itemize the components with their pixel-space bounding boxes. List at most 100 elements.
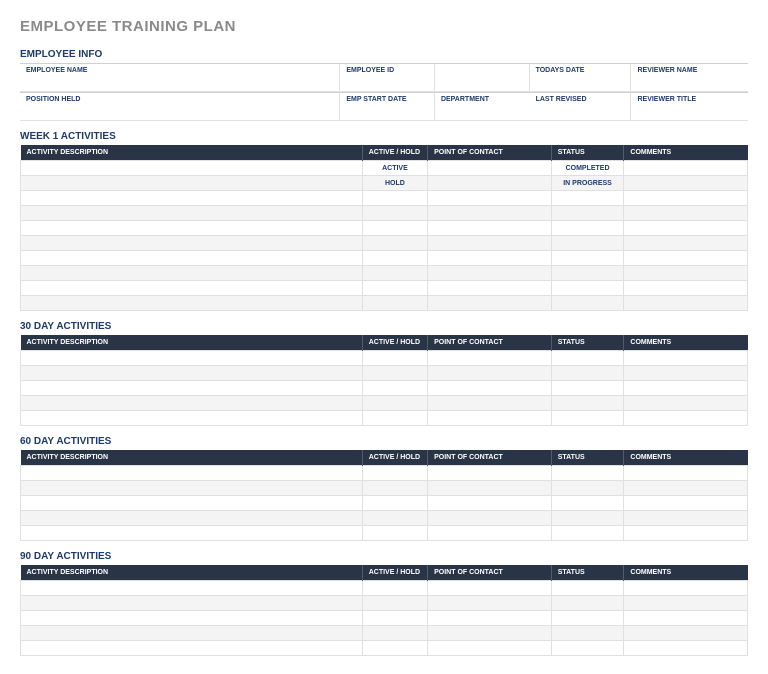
cell-status[interactable]	[551, 381, 624, 396]
cell-active_hold[interactable]	[362, 466, 427, 481]
cell-desc[interactable]	[21, 221, 363, 236]
cell-poc[interactable]	[428, 281, 552, 296]
cell-comments[interactable]	[624, 266, 748, 281]
cell-status[interactable]: IN PROGRESS	[551, 176, 624, 191]
cell-comments[interactable]	[624, 351, 748, 366]
field-reviewer-title[interactable]: REVIEWER TITLE	[631, 93, 747, 121]
cell-comments[interactable]	[624, 411, 748, 426]
cell-status[interactable]	[551, 466, 624, 481]
cell-active_hold[interactable]	[362, 251, 427, 266]
cell-desc[interactable]	[21, 641, 363, 656]
cell-poc[interactable]	[428, 191, 552, 206]
cell-active_hold[interactable]	[362, 626, 427, 641]
cell-status[interactable]	[551, 526, 624, 541]
cell-desc[interactable]	[21, 236, 363, 251]
cell-comments[interactable]	[624, 296, 748, 311]
cell-desc[interactable]	[21, 366, 363, 381]
cell-poc[interactable]	[428, 366, 552, 381]
cell-comments[interactable]	[624, 611, 748, 626]
cell-comments[interactable]	[624, 396, 748, 411]
cell-desc[interactable]	[21, 351, 363, 366]
cell-desc[interactable]	[21, 191, 363, 206]
cell-status[interactable]	[551, 281, 624, 296]
cell-poc[interactable]	[428, 206, 552, 221]
field-last-revised[interactable]: LAST REVISED	[530, 93, 632, 121]
cell-active_hold[interactable]	[362, 221, 427, 236]
cell-status[interactable]	[551, 221, 624, 236]
cell-status[interactable]	[551, 596, 624, 611]
cell-poc[interactable]	[428, 596, 552, 611]
cell-active_hold[interactable]: ACTIVE	[362, 161, 427, 176]
cell-comments[interactable]	[624, 206, 748, 221]
cell-active_hold[interactable]	[362, 396, 427, 411]
cell-poc[interactable]	[428, 626, 552, 641]
cell-desc[interactable]	[21, 296, 363, 311]
cell-active_hold[interactable]	[362, 526, 427, 541]
cell-status[interactable]	[551, 396, 624, 411]
cell-comments[interactable]	[624, 466, 748, 481]
cell-comments[interactable]	[624, 481, 748, 496]
cell-active_hold[interactable]	[362, 511, 427, 526]
cell-poc[interactable]	[428, 221, 552, 236]
cell-comments[interactable]	[624, 641, 748, 656]
cell-desc[interactable]	[21, 176, 363, 191]
cell-status[interactable]	[551, 251, 624, 266]
cell-active_hold[interactable]	[362, 641, 427, 656]
cell-desc[interactable]	[21, 411, 363, 426]
field-todays-date[interactable]: TODAYS DATE	[530, 64, 632, 92]
cell-desc[interactable]	[21, 381, 363, 396]
cell-status[interactable]	[551, 411, 624, 426]
cell-active_hold[interactable]	[362, 266, 427, 281]
cell-poc[interactable]	[428, 251, 552, 266]
field-emp-start-date[interactable]: EMP START DATE	[340, 93, 435, 121]
cell-desc[interactable]	[21, 481, 363, 496]
cell-active_hold[interactable]	[362, 191, 427, 206]
cell-active_hold[interactable]	[362, 411, 427, 426]
field-blank[interactable]	[435, 64, 530, 92]
cell-active_hold[interactable]	[362, 366, 427, 381]
cell-desc[interactable]	[21, 281, 363, 296]
cell-active_hold[interactable]	[362, 481, 427, 496]
cell-desc[interactable]	[21, 526, 363, 541]
cell-comments[interactable]	[624, 626, 748, 641]
cell-status[interactable]	[551, 236, 624, 251]
cell-status[interactable]	[551, 206, 624, 221]
cell-status[interactable]: COMPLETED	[551, 161, 624, 176]
cell-poc[interactable]	[428, 381, 552, 396]
cell-comments[interactable]	[624, 381, 748, 396]
cell-comments[interactable]	[624, 161, 748, 176]
cell-poc[interactable]	[428, 511, 552, 526]
cell-status[interactable]	[551, 191, 624, 206]
cell-poc[interactable]	[428, 481, 552, 496]
cell-comments[interactable]	[624, 236, 748, 251]
cell-poc[interactable]	[428, 466, 552, 481]
cell-comments[interactable]	[624, 366, 748, 381]
cell-comments[interactable]	[624, 581, 748, 596]
cell-active_hold[interactable]	[362, 581, 427, 596]
cell-comments[interactable]	[624, 496, 748, 511]
cell-active_hold[interactable]	[362, 496, 427, 511]
cell-poc[interactable]	[428, 496, 552, 511]
cell-active_hold[interactable]	[362, 281, 427, 296]
cell-comments[interactable]	[624, 176, 748, 191]
cell-comments[interactable]	[624, 281, 748, 296]
cell-desc[interactable]	[21, 581, 363, 596]
cell-comments[interactable]	[624, 251, 748, 266]
cell-poc[interactable]	[428, 161, 552, 176]
field-employee-name[interactable]: EMPLOYEE NAME	[20, 64, 340, 92]
cell-poc[interactable]	[428, 351, 552, 366]
cell-active_hold[interactable]	[362, 611, 427, 626]
cell-comments[interactable]	[624, 596, 748, 611]
cell-poc[interactable]	[428, 396, 552, 411]
cell-status[interactable]	[551, 511, 624, 526]
cell-poc[interactable]	[428, 581, 552, 596]
cell-desc[interactable]	[21, 266, 363, 281]
cell-desc[interactable]	[21, 251, 363, 266]
cell-desc[interactable]	[21, 496, 363, 511]
cell-poc[interactable]	[428, 266, 552, 281]
cell-status[interactable]	[551, 296, 624, 311]
cell-status[interactable]	[551, 641, 624, 656]
cell-active_hold[interactable]	[362, 381, 427, 396]
cell-poc[interactable]	[428, 411, 552, 426]
cell-poc[interactable]	[428, 176, 552, 191]
